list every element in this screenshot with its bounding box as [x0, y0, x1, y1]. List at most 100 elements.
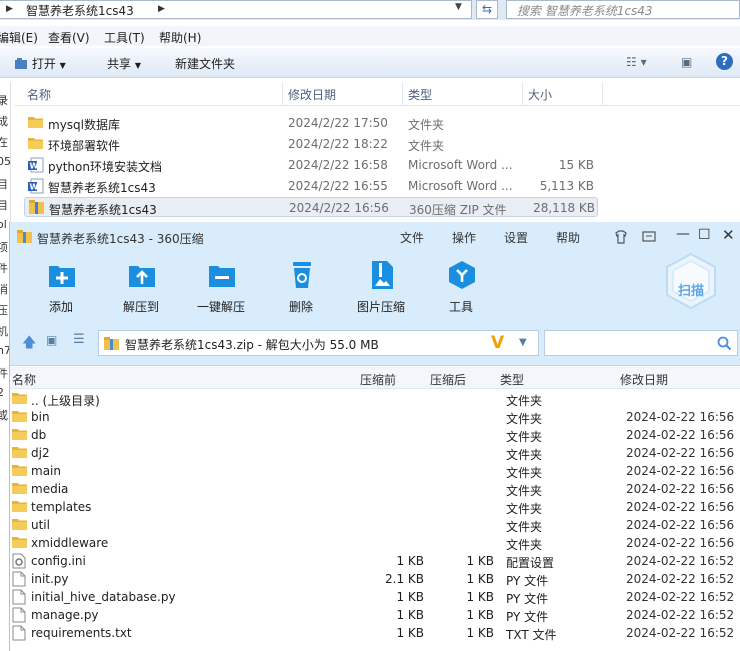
folder-icon — [12, 463, 28, 479]
open-button[interactable]: 打开 ▼ — [14, 55, 66, 72]
archive-row[interactable]: config.ini 1 KB 1 KB 配置设置 2024-02-22 16:52 — [10, 552, 740, 570]
menu-help[interactable]: 帮助(H) — [159, 29, 201, 46]
breadcrumb-arrow-icon[interactable]: ▶ — [6, 4, 13, 14]
maximize-icon[interactable]: ☐ — [698, 227, 711, 243]
svg-text:W: W — [30, 162, 39, 171]
archive-row[interactable]: media 文件夹 2024-02-22 16:56 — [10, 480, 740, 498]
nav-pane-item[interactable]: 目 — [0, 197, 8, 213]
entry-type: PY 文件 — [506, 574, 549, 588]
nav-pane-item[interactable]: 成 — [0, 113, 8, 129]
shirt-skin-icon[interactable] — [614, 230, 628, 244]
tool-trash-button[interactable]: 删除 — [266, 252, 336, 320]
feedback-icon[interactable] — [642, 231, 656, 243]
search-input[interactable]: 搜索 智慧养老系统1cs43 — [506, 0, 740, 19]
entry-uncompressed: 1 KB — [466, 626, 494, 640]
nav-pane-item[interactable]: 机 — [0, 323, 8, 339]
nav-pane-item[interactable]: 项 — [0, 239, 8, 255]
file-row[interactable]: W 智慧养老系统1cs43 2024/2/22 16:55 Microsoft Wor… — [24, 176, 598, 196]
nav-pane-item[interactable]: 消 — [0, 281, 8, 297]
share-button[interactable]: 共享 ▼ — [107, 55, 141, 72]
archive-row[interactable]: initial_hive_database.py 1 KB 1 KB PY 文件 202… — [10, 588, 740, 606]
file-row[interactable]: 智慧养老系统1cs43 2024/2/22 16:56 360压缩 ZIP 文件 28… — [24, 197, 598, 217]
archive-row[interactable]: xmiddleware 文件夹 2024-02-22 16:56 — [10, 534, 740, 552]
nav-pane-item[interactable]: 压 — [0, 302, 8, 318]
zip-archive-icon — [29, 200, 45, 218]
zip-menu-help[interactable]: 帮助 — [556, 229, 580, 246]
archive-row[interactable]: bin 文件夹 2024-02-22 16:56 — [10, 408, 740, 426]
archive-row[interactable]: db 文件夹 2024-02-22 16:56 — [10, 426, 740, 444]
archive-path-bar[interactable]: 智慧养老系统1cs43.zip - 解包大小为 55.0 MB V ▼ — [98, 330, 539, 356]
zip-menu-settings[interactable]: 设置 — [504, 229, 528, 246]
address-bar[interactable]: ▶ 智慧养老系统1cs43 ▶ ▼ — [0, 0, 472, 19]
file-row[interactable]: Wpython环境安装文档 2024/2/22 16:58 Microsoft Wo… — [24, 155, 598, 175]
up-arrow-icon[interactable]: 🡅 — [22, 332, 36, 356]
folder-icon — [12, 481, 28, 497]
column-uncompressed[interactable]: 压缩后 — [430, 371, 466, 388]
folder-icon — [28, 115, 44, 131]
entry-name: init.py — [31, 572, 69, 586]
archive-row[interactable]: manage.py 1 KB 1 KB PY 文件 2024-02-22 16:52 — [10, 606, 740, 624]
chevron-down-icon[interactable]: ▼ — [519, 337, 527, 348]
list-view-icon[interactable]: ☰ — [73, 332, 85, 347]
nav-pane-item[interactable]: 件 — [0, 365, 8, 381]
zip-menu-operate[interactable]: 操作 — [452, 229, 476, 246]
close-icon[interactable]: ✕ — [722, 226, 735, 244]
nav-pane-item[interactable]: 2 — [0, 386, 4, 399]
nav-pane-item[interactable]: 录 — [0, 92, 8, 108]
view-options-icon[interactable]: ☷ ▾ — [626, 55, 647, 69]
word-doc-icon: W — [28, 157, 44, 176]
breadcrumb-arrow-icon[interactable]: ▶ — [158, 4, 165, 14]
nav-pane-item[interactable]: 目 — [0, 176, 8, 192]
chevron-down-icon[interactable]: ▼ — [455, 2, 462, 12]
entry-compressed: 1 KB — [396, 590, 424, 604]
column-date[interactable]: 修改日期 — [620, 371, 668, 388]
help-icon[interactable]: ? — [716, 53, 733, 70]
file-row[interactable]: mysql数据库 2024/2/22 17:50 文件夹 — [24, 113, 598, 133]
archive-row[interactable]: requirements.txt 1 KB 1 KB TXT 文件 2024-02-22… — [10, 624, 740, 642]
menu-view[interactable]: 查看(V) — [48, 29, 90, 46]
archive-row[interactable]: .. (上级目录) 文件夹 — [10, 390, 740, 408]
entry-name: manage.py — [31, 608, 99, 622]
tool-image-compress-button[interactable]: 图片压缩 — [346, 252, 416, 320]
new-folder-button[interactable]: 新建文件夹 — [175, 55, 235, 72]
v-brand-icon[interactable]: V — [491, 333, 504, 353]
zip-title-bar: 智慧养老系统1cs43 - 360压缩 文件 操作 设置 帮助 — ☐ ✕ — [10, 222, 740, 252]
column-size[interactable]: 大小 — [528, 86, 552, 103]
archive-row[interactable]: init.py 2.1 KB 1 KB PY 文件 2024-02-22 16:52 — [10, 570, 740, 588]
archive-row[interactable]: main 文件夹 2024-02-22 16:56 — [10, 462, 740, 480]
column-name[interactable]: 名称 — [12, 371, 36, 388]
tool-tools-button[interactable]: 工具 — [426, 252, 496, 320]
archive-row[interactable]: dj2 文件夹 2024-02-22 16:56 — [10, 444, 740, 462]
zip-menu-file[interactable]: 文件 — [400, 229, 424, 246]
tool-extract-to-button[interactable]: 解压到 — [106, 252, 176, 320]
tool-one-click-extract-button[interactable]: 一键解压 — [186, 252, 256, 320]
preview-pane-icon[interactable]: ▣ — [681, 55, 692, 69]
column-name[interactable]: 名称 — [27, 86, 51, 103]
file-type: 文件夹 — [408, 118, 445, 132]
search-placeholder: 搜索 智慧养老系统1cs43 — [517, 4, 653, 18]
breadcrumb[interactable]: 智慧养老系统1cs43 — [26, 2, 134, 19]
menu-edit[interactable]: 编辑(E) — [0, 29, 38, 46]
column-type[interactable]: 类型 — [500, 371, 524, 388]
minimize-icon[interactable]: — — [676, 226, 690, 242]
column-type[interactable]: 类型 — [408, 86, 432, 103]
nav-pane-item[interactable]: 05 — [0, 155, 10, 168]
tool-add-button[interactable]: 添加 — [26, 252, 96, 320]
archive-search-input[interactable] — [544, 330, 738, 356]
file-row[interactable]: 环境部署软件 2024/2/22 18:22 文件夹 — [24, 134, 598, 154]
nav-pane-item[interactable]: 件 — [0, 260, 8, 276]
column-compressed[interactable]: 压缩前 — [360, 371, 396, 388]
menu-tools[interactable]: 工具(T) — [104, 29, 145, 46]
entry-type: PY 文件 — [506, 610, 549, 624]
thumbnail-view-icon[interactable]: ▣ — [46, 333, 57, 347]
archive-row[interactable]: util 文件夹 2024-02-22 16:56 — [10, 516, 740, 534]
nav-pane-item[interactable]: 在 — [0, 134, 8, 150]
archive-row[interactable]: templates 文件夹 2024-02-22 16:56 — [10, 498, 740, 516]
nav-pane-item[interactable]: 或 — [0, 407, 8, 423]
entry-name: config.ini — [31, 554, 86, 568]
nav-pane-item[interactable]: ol — [0, 218, 7, 231]
refresh-button[interactable]: ⇆ — [476, 0, 498, 19]
entry-uncompressed: 1 KB — [466, 572, 494, 586]
search-icon[interactable] — [717, 336, 732, 351]
column-date[interactable]: 修改日期 — [288, 86, 336, 103]
